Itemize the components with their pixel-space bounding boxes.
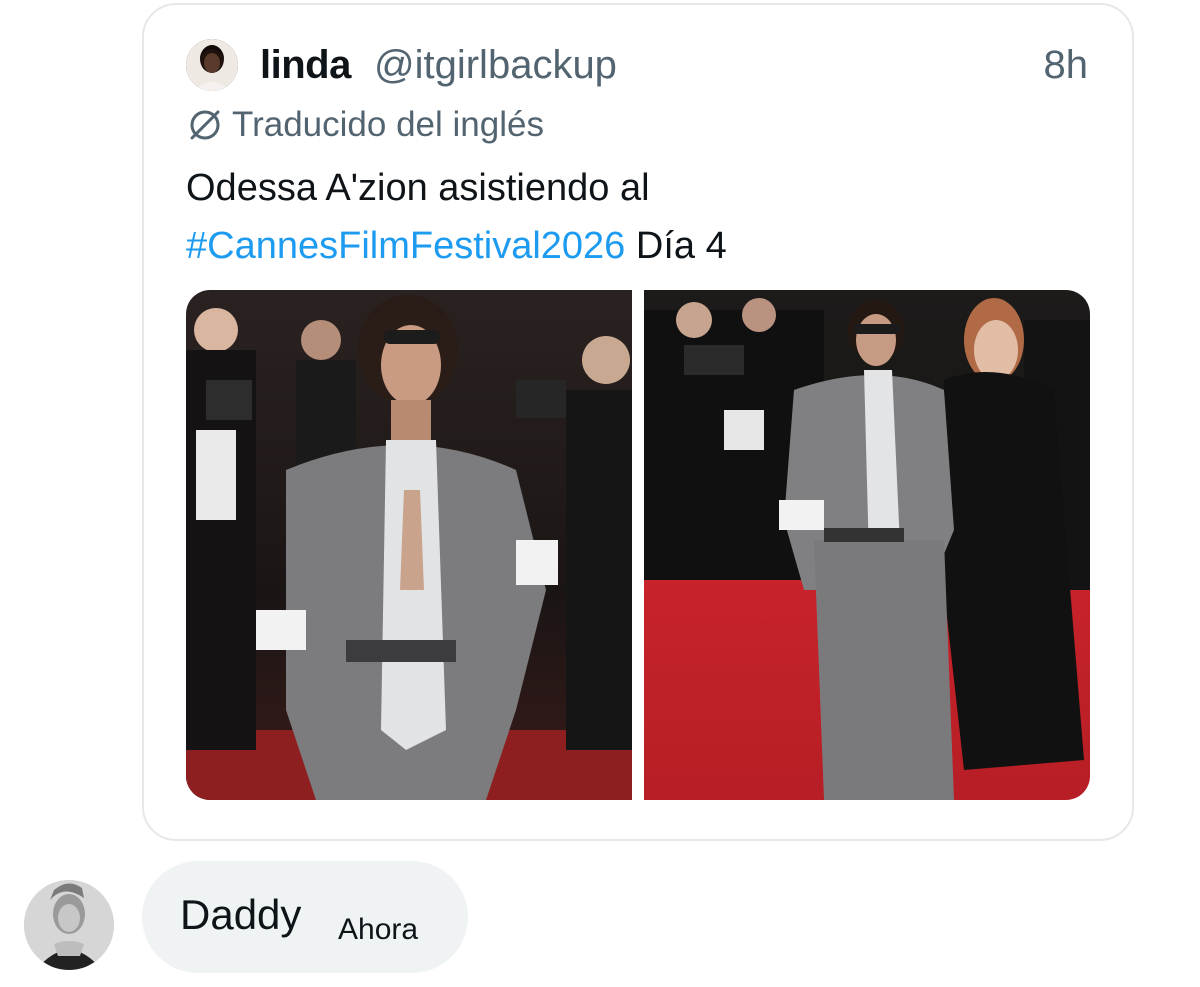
tweet-text-main: Odessa A'zion asistiendo al [186, 167, 650, 209]
tweet-photo-2[interactable] [644, 290, 1090, 800]
message-bubble[interactable]: Daddy Ahora [142, 861, 468, 973]
tweet-text: Odessa A'zion asistiendo al #CannesFilmF… [186, 159, 1066, 275]
message-text: Daddy [180, 891, 302, 938]
tweet-author-handle[interactable]: @itgirlbackup [374, 43, 617, 88]
translation-note[interactable]: Traducido del inglés [186, 105, 544, 145]
translation-label: Traducido del inglés [232, 105, 544, 144]
translate-icon [190, 110, 220, 140]
tweet-timestamp[interactable]: 8h [1044, 43, 1089, 88]
quoted-tweet-card[interactable]: linda @itgirlbackup 8h Traducido del ing… [142, 3, 1134, 841]
message-timestamp: Ahora [338, 913, 419, 946]
tweet-photo-1[interactable] [186, 290, 632, 800]
tweet-text-suffix: Día 4 [625, 225, 727, 267]
tweet-header: linda @itgirlbackup 8h [186, 39, 1088, 95]
tweet-media-grid [186, 290, 1090, 800]
reply-author-avatar[interactable] [24, 880, 114, 970]
tweet-author-avatar[interactable] [186, 39, 238, 91]
hashtag-link[interactable]: #CannesFilmFestival2026 [186, 225, 625, 267]
dm-conversation: linda @itgirlbackup 8h Traducido del ing… [0, 0, 1200, 987]
tweet-author-name[interactable]: linda [260, 43, 351, 88]
